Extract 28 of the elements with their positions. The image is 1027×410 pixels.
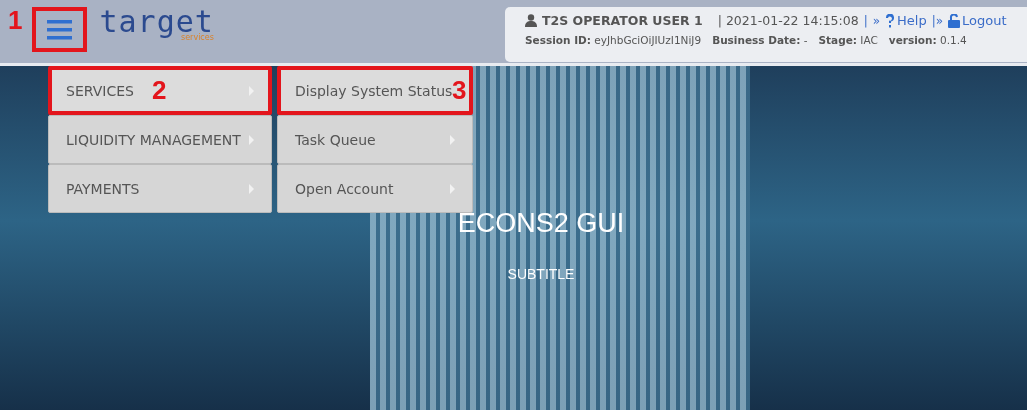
caret-icon: [249, 183, 254, 194]
unlock-icon: [948, 13, 961, 28]
session-info: version: 0.1.4: [888, 34, 967, 46]
help-link[interactable]: Help: [885, 13, 927, 28]
logout-link[interactable]: Logout: [948, 13, 1007, 28]
session-info: Session ID: eyJhbGciOiJIUzI1NiJ9: [525, 34, 702, 46]
user-name: T2S OPERATOR USER 1: [542, 13, 703, 28]
callout-number: 2: [152, 77, 167, 103]
menu-item[interactable]: LIQUIDITY MANAGEMENT: [48, 115, 272, 164]
caret-icon: [450, 134, 455, 145]
menu-button[interactable]: [32, 7, 88, 52]
hero-subtitle: SUBTITLE: [506, 266, 576, 282]
callout-number: 3: [452, 77, 467, 103]
date-time: | 2021-01-22 14:15:08: [717, 13, 859, 28]
callout-number: 1: [8, 7, 23, 33]
separator: |: [863, 13, 868, 28]
caret-icon: [249, 134, 254, 145]
user-icon: [525, 14, 537, 27]
separator: »: [872, 13, 881, 28]
submenu-item[interactable]: Task Queue: [277, 115, 473, 164]
session-info: Stage: IAC: [818, 34, 878, 46]
menu-item[interactable]: PAYMENTS: [48, 164, 272, 213]
session-info: Business Date: -: [712, 34, 808, 46]
menu-icon: [47, 19, 73, 40]
caret-icon: [450, 183, 455, 194]
separator: |»: [931, 13, 944, 28]
help-icon: [885, 13, 896, 28]
submenu-item[interactable]: Open Account: [277, 164, 473, 213]
